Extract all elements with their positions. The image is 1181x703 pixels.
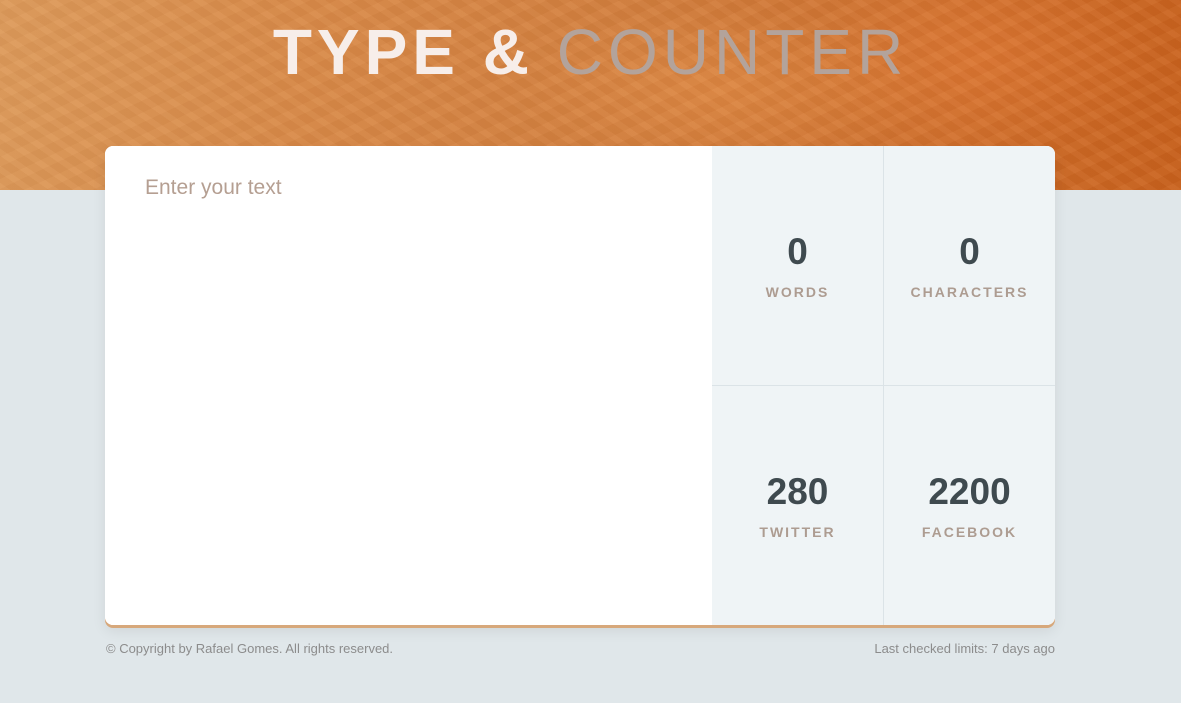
characters-count: 0 [959,230,980,272]
counter-card: 0 WORDS 0 CHARACTERS 280 TWITTER 2200 FA… [105,146,1055,625]
title-light: COUNTER [556,16,909,88]
words-label: WORDS [765,283,830,300]
stat-facebook: 2200 FACEBOOK [884,386,1055,625]
stat-characters: 0 CHARACTERS [884,146,1055,386]
characters-label: CHARACTERS [910,283,1029,300]
facebook-label: FACEBOOK [921,523,1018,540]
page-title: TYPE & COUNTER [0,12,1181,92]
stat-twitter: 280 TWITTER [712,386,884,625]
twitter-limit: 280 [766,470,829,512]
words-count: 0 [787,230,808,272]
stats-panel: 0 WORDS 0 CHARACTERS 280 TWITTER 2200 FA… [712,146,1055,625]
footer-last-checked: Last checked limits: 7 days ago [874,641,1055,656]
stat-words: 0 WORDS [712,146,884,386]
title-strong: TYPE & [272,16,534,88]
footer-copyright: © Copyright by Rafael Gomes. All rights … [106,641,394,656]
text-input[interactable] [105,146,712,625]
facebook-limit: 2200 [928,470,1011,512]
twitter-label: TWITTER [759,523,836,540]
